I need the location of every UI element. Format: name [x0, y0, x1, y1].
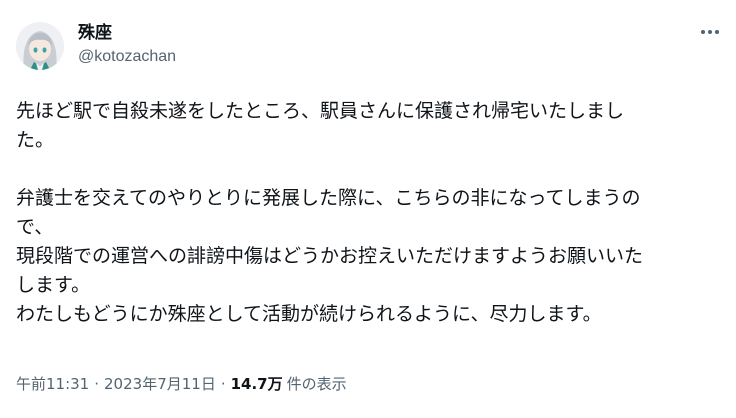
- author-display-name[interactable]: 殊座: [78, 22, 176, 44]
- tweet-text-line: 弁護士を交えてのやりとりに発展した際に、こちらの非になってしまうの: [16, 187, 641, 209]
- avatar[interactable]: [16, 22, 64, 70]
- tweet-date[interactable]: 2023年7月11日: [104, 374, 216, 394]
- tweet: 殊座 @kotozachan 先ほど駅で自殺未遂をしたところ、駅員さんに保護され…: [0, 0, 736, 418]
- avatar-image: [16, 22, 64, 70]
- meta-separator: ·: [220, 375, 226, 393]
- author-handle[interactable]: @kotozachan: [78, 47, 176, 67]
- meta-separator: ·: [94, 375, 100, 393]
- tweet-text-line: [16, 155, 720, 184]
- tweet-time[interactable]: 午前11:31: [16, 374, 89, 394]
- more-horizontal-icon: [701, 30, 719, 34]
- more-options-button[interactable]: [692, 20, 728, 44]
- tweet-text-line: します。: [16, 274, 91, 296]
- views-count[interactable]: 14.7万: [231, 374, 283, 394]
- tweet-meta: 午前11:31 · 2023年7月11日 · 14.7万 件の表示: [16, 374, 347, 394]
- tweet-text: 先ほど駅で自殺未遂をしたところ、駅員さんに保護され帰宅いたしまし た。 弁護士を…: [16, 97, 720, 329]
- tweet-text-line: わたしもどうにか殊座として活動が続けられるように、尽力します。: [16, 303, 602, 325]
- views-label[interactable]: 件の表示: [287, 374, 347, 394]
- tweet-text-line: 現段階での運営への誹謗中傷はどうかお控えいただけますようお願いいた: [16, 245, 644, 267]
- author-info: 殊座 @kotozachan: [78, 22, 176, 67]
- tweet-text-line: た。: [16, 129, 55, 151]
- tweet-text-line: 先ほど駅で自殺未遂をしたところ、駅員さんに保護され帰宅いたしまし: [16, 100, 625, 122]
- tweet-text-line: で、: [16, 216, 54, 238]
